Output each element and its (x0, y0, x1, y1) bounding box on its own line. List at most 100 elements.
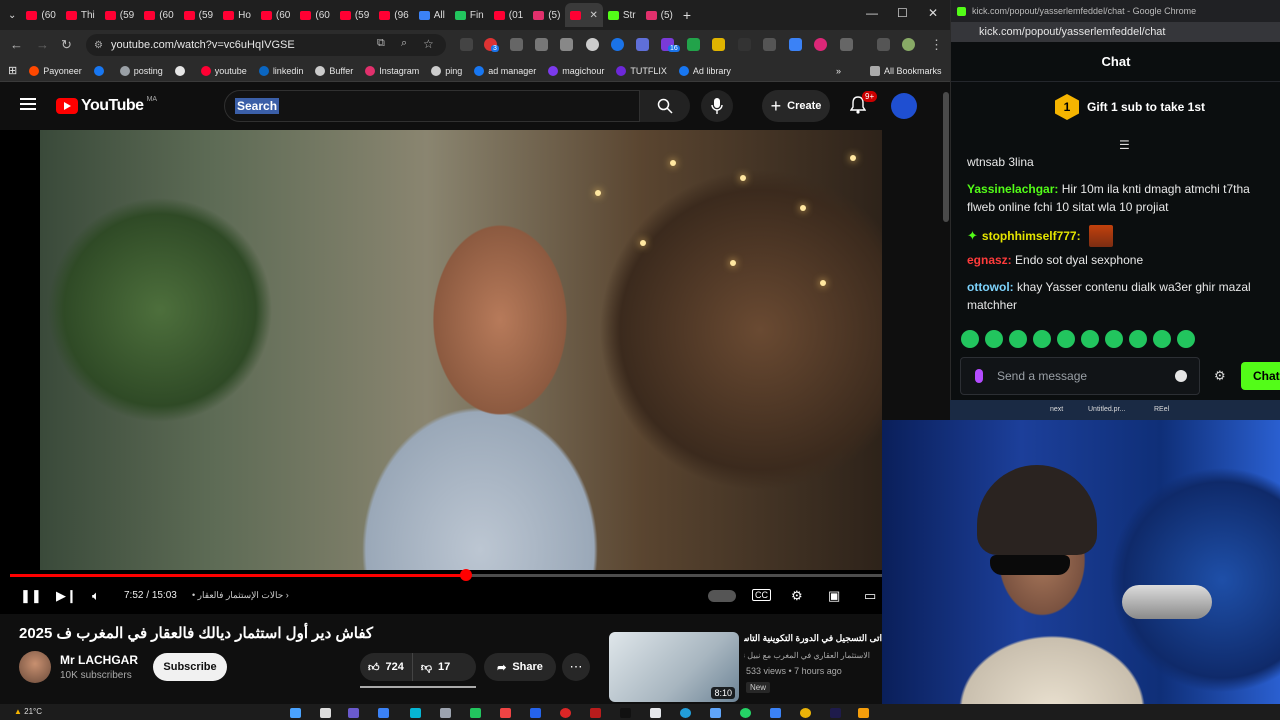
browser-tab[interactable]: (96 (374, 3, 413, 27)
chat-username[interactable]: Yassinelachgar: (967, 182, 1058, 196)
progress-bar[interactable] (10, 569, 882, 581)
subscribe-button[interactable]: Subscribe (153, 653, 227, 681)
bookmark-item[interactable]: ad manager (474, 65, 536, 76)
voice-search-button[interactable] (701, 90, 733, 122)
taskbar-app-icon[interactable] (858, 708, 869, 718)
recommended-video-thumbnail[interactable]: 8:10 (609, 632, 739, 702)
emote-button[interactable] (1105, 330, 1123, 348)
chat-settings-gear-icon[interactable]: ⚙ (1214, 368, 1226, 384)
extension-icon[interactable] (560, 38, 573, 51)
close-window-icon[interactable]: ✕ (928, 6, 938, 20)
taskbar-app-icon[interactable] (800, 708, 811, 718)
zoom-icon[interactable]: ⌕ (401, 37, 407, 50)
emote-button[interactable] (1129, 330, 1147, 348)
video-frame[interactable] (40, 130, 882, 570)
recommended-video-title[interactable]: اتى التسجيل في الدورة التكوينية التاسعة (744, 633, 882, 644)
extension-icon[interactable] (763, 38, 776, 51)
browser-tab[interactable]: (60 (139, 3, 178, 27)
browser-tab[interactable]: (5) (641, 3, 678, 27)
extension-icon[interactable] (814, 38, 827, 51)
chat-message-input[interactable]: Send a message (960, 357, 1200, 395)
create-button[interactable]: + Create (762, 90, 830, 122)
taskbar-app-icon[interactable] (740, 708, 751, 718)
taskbar-app-icon[interactable] (770, 708, 781, 718)
site-info-icon[interactable]: ⚙ (94, 40, 103, 51)
theater-mode-icon[interactable]: ▭ (864, 588, 876, 604)
gift-sub-banner[interactable]: 1 Gift 1 sub to take 1st (1055, 94, 1205, 120)
extension-icon[interactable] (586, 38, 599, 51)
maximize-icon[interactable]: ☐ (897, 6, 908, 20)
extension-icon[interactable] (789, 38, 802, 51)
chat-username[interactable]: stophhimself777: (982, 227, 1081, 245)
bookmark-item[interactable]: magichour (548, 65, 604, 76)
browser-tab[interactable]: (59 (335, 3, 374, 27)
taskbar-app-icon[interactable] (410, 708, 421, 718)
taskbar-app-icon[interactable] (378, 708, 389, 718)
taskbar-app-icon[interactable] (560, 708, 571, 718)
browser-tab[interactable]: (5) (528, 3, 565, 27)
extension-icon[interactable] (687, 38, 700, 51)
browser-tab[interactable]: Fin (450, 3, 489, 27)
desktop-file-label[interactable]: REel (1154, 406, 1169, 413)
bookmark-item[interactable]: linkedin (258, 65, 303, 76)
emote-button[interactable] (961, 330, 979, 348)
browser-tab[interactable]: All (414, 3, 450, 27)
chat-username[interactable]: ottowol: (967, 280, 1014, 294)
browser-tab[interactable]: Thi (61, 3, 100, 27)
bookmark-item[interactable] (174, 65, 189, 76)
channel-avatar[interactable] (19, 651, 51, 683)
taskbar-app-icon[interactable] (650, 708, 661, 718)
taskbar-app-icon[interactable] (620, 708, 631, 718)
taskbar-app-icon[interactable] (440, 708, 451, 718)
emote-button[interactable] (985, 330, 1003, 348)
browser-tab[interactable]: (59 (179, 3, 218, 27)
miniplayer-icon[interactable]: ▣ (828, 588, 840, 604)
youtube-logo[interactable]: YouTube MA (56, 96, 157, 115)
recommended-channel[interactable]: الاستثمار العقاري في المغرب مع نبيل نور (744, 651, 870, 660)
taskbar-app-icon[interactable] (710, 708, 721, 718)
microphone-icon[interactable] (975, 369, 983, 383)
browser-tab[interactable]: (59 (100, 3, 139, 27)
extension-icon[interactable] (636, 38, 649, 51)
browser-tab[interactable]: Str (603, 3, 641, 27)
back-icon[interactable]: ← (10, 37, 23, 52)
desktop-file-label[interactable]: next (1050, 406, 1063, 413)
apps-grid-icon[interactable]: ⊞ (8, 64, 17, 77)
omnibox[interactable]: ⚙ youtube.com/watch?v=vc6uHqIVGSE (86, 34, 446, 56)
like-button[interactable]: 👍︎ 724 (360, 653, 413, 681)
emote-button[interactable] (1153, 330, 1171, 348)
pinned-toggle-icon[interactable]: ☰ (1119, 138, 1130, 152)
emote-button[interactable] (1033, 330, 1051, 348)
search-input[interactable]: Search (224, 90, 640, 122)
emote-button[interactable] (1057, 330, 1075, 348)
browser-tab[interactable]: ✕ (565, 3, 603, 27)
bookmark-item[interactable] (93, 65, 108, 76)
emote-button[interactable] (1081, 330, 1099, 348)
emote-button[interactable] (1177, 330, 1195, 348)
chat-send-button[interactable]: Chat (1241, 362, 1280, 390)
pause-icon[interactable]: ❚❚ (20, 588, 42, 604)
channel-name[interactable]: Mr LACHGAR (60, 653, 138, 667)
taskbar-app-icon[interactable] (348, 708, 359, 718)
kick-url-bar[interactable]: kick.com/popout/yasserlemfeddel/chat (951, 22, 1280, 42)
video-player[interactable]: ❚❚ ▶❙ 🔈︎ 7:52 / 15:03 • حالات الإستثمار … (0, 130, 882, 614)
captions-icon[interactable]: CC (752, 589, 771, 601)
minimize-icon[interactable]: — (866, 6, 878, 20)
extension-icon[interactable] (460, 38, 473, 51)
browser-tab[interactable]: (60 (295, 3, 334, 27)
bookmark-item[interactable]: Instagram (365, 65, 419, 76)
settings-gear-icon[interactable]: ⚙ (791, 588, 803, 604)
volume-icon[interactable]: 🔈︎ (92, 588, 100, 604)
browser-tab[interactable]: (60 (21, 3, 60, 27)
new-tab-button[interactable]: + (678, 3, 696, 27)
extension-icon[interactable] (510, 38, 523, 51)
search-button[interactable] (640, 90, 690, 122)
extensions-puzzle-icon[interactable] (840, 38, 853, 51)
emote-button[interactable] (1009, 330, 1027, 348)
start-menu-icon[interactable] (290, 708, 301, 718)
extension-icon[interactable] (535, 38, 548, 51)
autoplay-toggle[interactable] (708, 590, 736, 602)
browser-tab[interactable]: Ho (218, 3, 256, 27)
browser-tab[interactable]: (01 (489, 3, 528, 27)
desktop-file-label[interactable]: Untitled.pr... (1088, 406, 1125, 413)
